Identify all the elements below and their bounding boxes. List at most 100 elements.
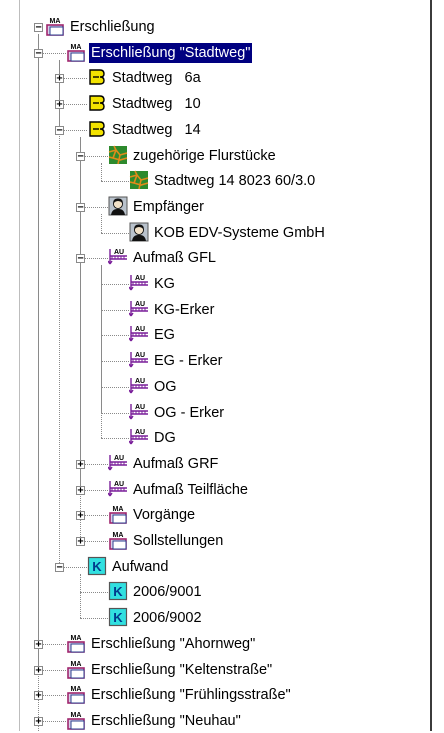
ma-folder-icon[interactable]: MA [45, 16, 65, 36]
expand-plus-icon[interactable]: + [34, 691, 43, 700]
svg-text:AU: AU [135, 275, 145, 282]
ma-folder-icon[interactable]: MA [66, 633, 86, 653]
tree-node-label[interactable]: Stadtweg 6a [112, 68, 201, 88]
tree-connector-horizontal [101, 335, 129, 336]
tree-node-label[interactable]: 2006/9002 [133, 608, 202, 628]
svg-text:AU: AU [135, 429, 145, 436]
au-measure-icon[interactable]: AU [128, 402, 149, 422]
tree-node-label[interactable]: Erschließung "Neuhau" [91, 711, 241, 731]
tree-node-label[interactable]: DG [154, 428, 176, 448]
tree-node-label[interactable]: EG - Erker [154, 351, 222, 371]
tree-node-label[interactable]: KG-Erker [154, 300, 214, 320]
expand-plus-icon[interactable]: + [34, 666, 43, 675]
expand-plus-icon[interactable]: + [76, 537, 85, 546]
ma-folder-icon[interactable]: MA [108, 504, 128, 524]
au-measure-icon[interactable]: AU [107, 453, 128, 473]
person-icon[interactable] [129, 222, 149, 242]
street-icon[interactable] [87, 67, 107, 87]
tree-node-label[interactable]: Sollstellungen [133, 531, 223, 551]
tree-left-border [19, 0, 20, 731]
svg-text:MA: MA [71, 661, 82, 668]
collapse-minus-icon[interactable]: − [55, 126, 64, 135]
ma-folder-icon[interactable]: MA [66, 710, 86, 730]
tree-node-label[interactable]: Stadtweg 14 [112, 120, 201, 140]
expand-plus-icon[interactable]: + [34, 717, 43, 726]
tree-node-label[interactable]: Aufmaß Teilfläche [133, 480, 248, 500]
expand-plus-icon[interactable]: + [55, 74, 64, 83]
expand-plus-icon[interactable]: + [76, 511, 85, 520]
au-measure-icon[interactable]: AU [128, 273, 149, 293]
tree-node-label[interactable]: KG [154, 274, 175, 294]
tree-connector-vertical [101, 163, 102, 181]
tree-node-label[interactable]: Erschließung "Frühlingsstraße" [91, 685, 291, 705]
tree-node-label[interactable]: Vorgänge [133, 505, 195, 525]
person-icon[interactable] [108, 196, 128, 216]
tree-node-label[interactable]: OG [154, 377, 177, 397]
svg-text:K: K [92, 559, 102, 574]
tree-node-label[interactable]: OG - Erker [154, 403, 224, 423]
svg-text:MA: MA [71, 44, 82, 51]
k-icon[interactable]: K [108, 607, 128, 627]
ma-folder-icon[interactable]: MA [66, 659, 86, 679]
parcel-map-icon[interactable] [108, 145, 128, 165]
au-measure-icon[interactable]: AU [128, 299, 149, 319]
svg-text:AU: AU [135, 404, 145, 411]
tree-connector-horizontal [80, 618, 108, 619]
tree-node-label-selected[interactable]: Erschließung "Stadtweg" [87, 42, 254, 64]
k-icon[interactable]: K [87, 556, 107, 576]
svg-text:K: K [113, 584, 123, 599]
tree-node-label[interactable]: Erschließung "Keltenstraße" [91, 660, 272, 680]
tree-node-label[interactable]: 2006/9001 [133, 582, 202, 602]
au-measure-icon[interactable]: AU [107, 479, 128, 499]
collapse-minus-icon[interactable]: − [55, 563, 64, 572]
tree-view[interactable]: − MA Erschließung − MA Erschließung "Stad… [0, 0, 444, 731]
tree-node-label[interactable]: zugehörige Flurstücke [133, 146, 276, 166]
au-measure-icon[interactable]: AU [128, 324, 149, 344]
tree-connector-horizontal [101, 233, 129, 234]
tree-node-label[interactable]: KOB EDV-Systeme GmbH [154, 223, 325, 243]
tree-node-label[interactable]: Stadtweg 14 8023 60/3.0 [154, 171, 315, 191]
au-measure-icon[interactable]: AU [128, 376, 149, 396]
svg-text:MA: MA [71, 635, 82, 642]
collapse-minus-icon[interactable]: − [34, 49, 43, 58]
svg-text:AU: AU [114, 455, 124, 462]
tree-connector-vertical [59, 60, 60, 567]
svg-text:AU: AU [114, 481, 124, 488]
tree-connector-horizontal [101, 387, 129, 388]
tree-node-label[interactable]: Erschließung [70, 17, 155, 37]
tree-node-label[interactable]: Aufmaß GFL [133, 248, 216, 268]
svg-text:MA: MA [113, 506, 124, 513]
tree-right-border [430, 0, 432, 731]
collapse-minus-icon[interactable]: − [76, 203, 85, 212]
au-measure-icon[interactable]: AU [128, 427, 149, 447]
collapse-minus-icon[interactable]: − [76, 254, 85, 263]
tree-node-label[interactable]: EG [154, 325, 175, 345]
svg-text:MA: MA [71, 712, 82, 719]
tree-connector-horizontal [80, 592, 108, 593]
au-measure-icon[interactable]: AU [107, 247, 128, 267]
tree-node-label[interactable]: Aufmaß GRF [133, 454, 218, 474]
expand-plus-icon[interactable]: + [76, 460, 85, 469]
expand-plus-icon[interactable]: + [76, 486, 85, 495]
tree-connector-vertical [80, 574, 81, 618]
street-icon[interactable] [87, 93, 107, 113]
collapse-minus-icon[interactable]: − [76, 152, 85, 161]
ma-folder-icon[interactable]: MA [66, 684, 86, 704]
tree-node-label[interactable]: Stadtweg 10 [112, 94, 201, 114]
ma-folder-icon[interactable]: MA [66, 42, 86, 62]
tree-node-label[interactable]: Erschließung "Ahornweg" [91, 634, 255, 654]
expand-plus-icon[interactable]: + [34, 640, 43, 649]
tree-node-label[interactable]: Empfänger [133, 197, 204, 217]
ma-folder-icon[interactable]: MA [108, 530, 128, 550]
au-measure-icon[interactable]: AU [128, 350, 149, 370]
parcel-map-icon[interactable] [129, 170, 149, 190]
street-icon[interactable] [87, 119, 107, 139]
expand-plus-icon[interactable]: + [55, 100, 64, 109]
svg-text:MA: MA [50, 18, 61, 25]
collapse-minus-icon[interactable]: − [34, 23, 43, 32]
tree-connector-vertical [101, 214, 102, 233]
tree-node-label[interactable]: Aufwand [112, 557, 168, 577]
tree-connector-horizontal [101, 361, 129, 362]
tree-connector-horizontal [101, 310, 129, 311]
k-icon[interactable]: K [108, 581, 128, 601]
